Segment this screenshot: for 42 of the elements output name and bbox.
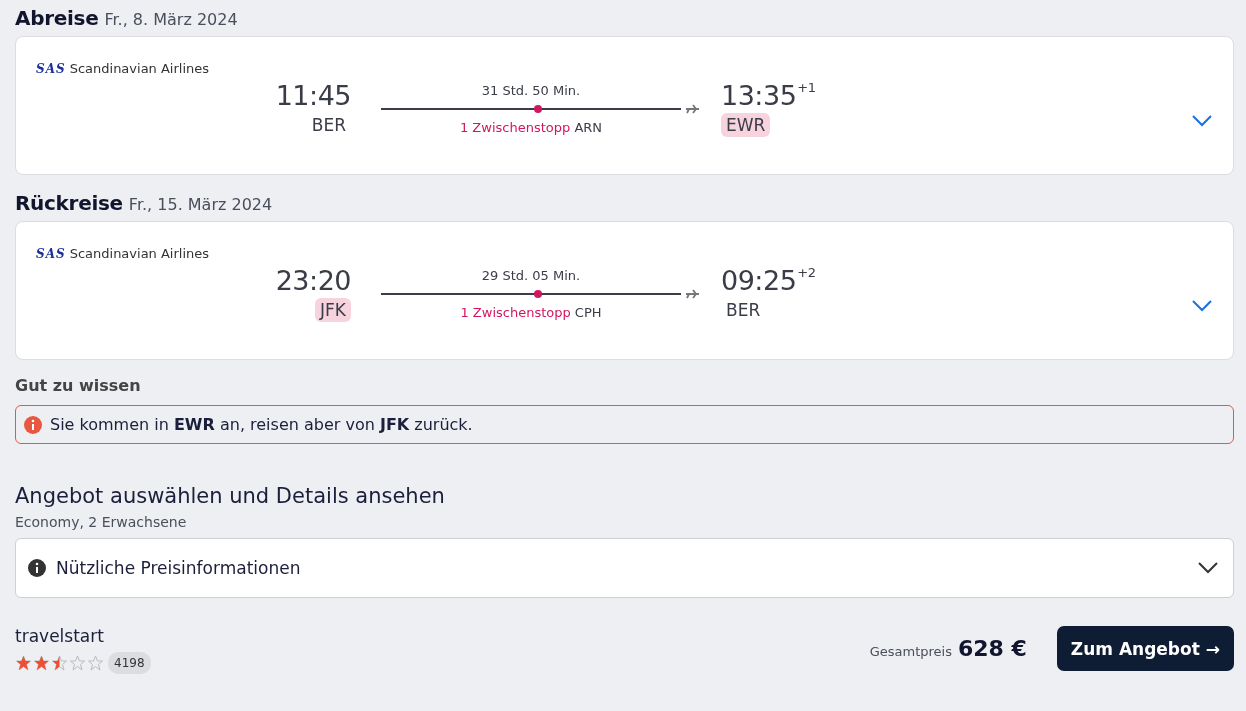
star-icon bbox=[15, 655, 32, 671]
review-count: 4198 bbox=[108, 652, 151, 674]
airline-logo: SAS bbox=[36, 61, 66, 76]
offer-heading: Angebot auswählen und Details ansehen bbox=[15, 484, 446, 508]
stops-label: 1 Zwischenstopp bbox=[459, 119, 571, 135]
star-icon bbox=[33, 655, 50, 671]
total-price: 628 € bbox=[957, 636, 1027, 661]
price-info-dropdown[interactable]: Nützliche Preisinformationen bbox=[15, 538, 1234, 598]
arrival-time: 09:25 bbox=[721, 265, 797, 296]
flight-duration: 31 Std. 50 Min. bbox=[481, 82, 581, 98]
day-offset: +2 bbox=[797, 265, 816, 280]
airline-name: Scandinavian Airlines bbox=[69, 246, 210, 261]
offer-subtitle: Economy, 2 Erwachsene bbox=[15, 514, 188, 530]
departure-time: 11:45 bbox=[275, 80, 351, 111]
leg-date: Fr., 8. März 2024 bbox=[104, 10, 238, 29]
arrival-airport: EWR bbox=[721, 113, 771, 137]
departure-time: 23:20 bbox=[275, 265, 351, 296]
star-icon bbox=[69, 655, 86, 671]
leg-title: Rückreise bbox=[15, 191, 123, 215]
star-icon bbox=[51, 655, 68, 671]
chevron-down-icon[interactable] bbox=[1197, 561, 1219, 575]
notice-heading: Gut zu wissen bbox=[15, 376, 142, 395]
notice-text: Sie kommen in EWR an, reisen aber von JFK zurück. bbox=[50, 415, 473, 434]
departure-airport: JFK bbox=[315, 298, 351, 322]
departure-airport: BER bbox=[310, 114, 347, 137]
arrival-time: 13:35 bbox=[721, 80, 797, 111]
info-icon bbox=[24, 415, 42, 434]
leg-date: Fr., 15. März 2024 bbox=[128, 195, 273, 214]
day-offset: +1 bbox=[797, 80, 816, 95]
stop-airport: CPH bbox=[574, 304, 602, 320]
info-icon bbox=[28, 559, 46, 577]
arrival-airport: BER bbox=[725, 299, 762, 322]
airline-name: Scandinavian Airlines bbox=[69, 61, 210, 76]
flight-duration: 29 Std. 05 Min. bbox=[481, 267, 581, 283]
airline-logo: SAS bbox=[36, 246, 66, 261]
price-label: Gesamtpreis bbox=[869, 644, 952, 659]
stops-label: 1 Zwischenstopp bbox=[460, 304, 571, 320]
star-icon bbox=[87, 655, 104, 671]
leg-title: Abreise bbox=[15, 6, 99, 30]
stop-airport: ARN bbox=[574, 119, 603, 135]
offer-button[interactable]: Zum Angebot → bbox=[1056, 626, 1234, 671]
provider-name: travelstart bbox=[15, 626, 105, 646]
